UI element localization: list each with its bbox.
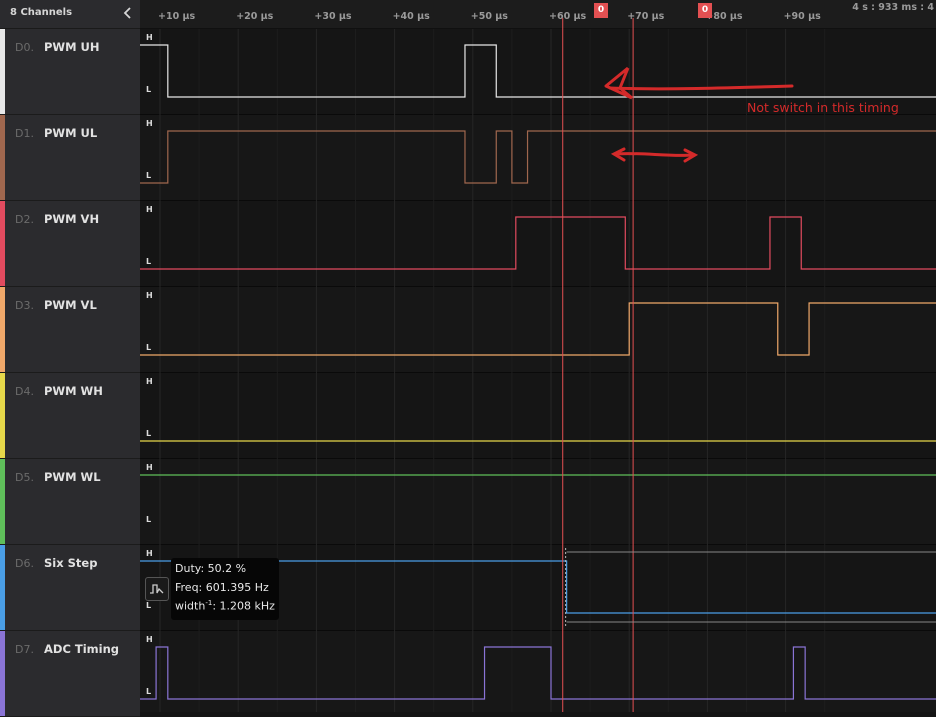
level-label-high: H [146,463,153,472]
level-label-low: L [146,515,152,524]
sidebar-header: 8 Channels [0,0,140,29]
level-label-low: L [146,85,152,94]
annotation-text: Not switch in this timing [747,100,899,115]
lane-background [140,287,936,372]
channel-color-stripe [0,287,5,372]
channel-row[interactable]: D7. ADC Timing [0,631,140,717]
channel-row[interactable]: D3. PWM VL [0,287,140,373]
channel-index: D6. [15,557,34,570]
collapse-chevron-icon[interactable] [120,4,136,22]
level-label-high: H [146,549,153,558]
channel-row[interactable]: D1. PWM UL [0,115,140,201]
level-label-high: H [146,119,153,128]
level-label-high: H [146,291,153,300]
level-label-low: L [146,687,152,696]
lane-background [140,201,936,286]
channel-row[interactable]: D5. PWM WL [0,459,140,545]
channel-index: D7. [15,643,34,656]
channel-row[interactable]: D4. PWM WH [0,373,140,459]
level-label-low: L [146,171,152,180]
channel-index: D0. [15,41,34,54]
duty-readout: Duty: 50.2 % [175,562,247,575]
channel-name: Six Step [44,556,98,570]
channel-name: PWM UH [44,40,100,54]
measurement-icon[interactable] [145,577,169,601]
lane-background [140,459,936,544]
lane-background [140,373,936,458]
channel-index: D2. [15,213,34,226]
channel-name: PWM UL [44,126,98,140]
channel-color-stripe [0,115,5,200]
channel-index: D4. [15,385,34,398]
level-label-high: H [146,377,153,386]
channel-row[interactable]: D2. PWM VH [0,201,140,287]
level-label-low: L [146,601,152,610]
channel-name: PWM VH [44,212,100,226]
level-label-low: L [146,429,152,438]
channel-color-stripe [0,459,5,544]
channel-color-stripe [0,631,5,716]
channel-color-stripe [0,373,5,458]
channel-row[interactable]: D6. Six Step [0,545,140,631]
lane-background [140,115,936,200]
level-label-low: L [146,343,152,352]
channel-row[interactable]: D0. PWM UH [0,29,140,115]
channel-color-stripe [0,545,5,630]
channel-index: D5. [15,471,34,484]
channel-name: PWM WH [44,384,103,398]
channel-count-title: 8 Channels [10,7,73,18]
level-label-high: H [146,205,153,214]
channel-name: PWM VL [44,298,97,312]
level-label-high: H [146,33,153,42]
width-readout: width-1: 1.208 kHz [175,599,275,613]
level-label-low: L [146,257,152,266]
freq-readout: Freq: 601.395 Hz [175,581,269,594]
lane-background [140,631,936,712]
channel-color-stripe [0,201,5,286]
channel-color-stripe [0,29,5,114]
channel-index: D1. [15,127,34,140]
channel-name: ADC Timing [44,642,120,656]
channel-name: PWM WL [44,470,101,484]
channel-index: D3. [15,299,34,312]
measurement-tooltip: Duty: 50.2 % Freq: 601.395 Hz width-1: 1… [171,558,279,620]
level-label-high: H [146,635,153,644]
channel-sidebar: 8 Channels D0. PWM UH D1. PWM UL D2. PWM VH D3… [0,0,140,717]
